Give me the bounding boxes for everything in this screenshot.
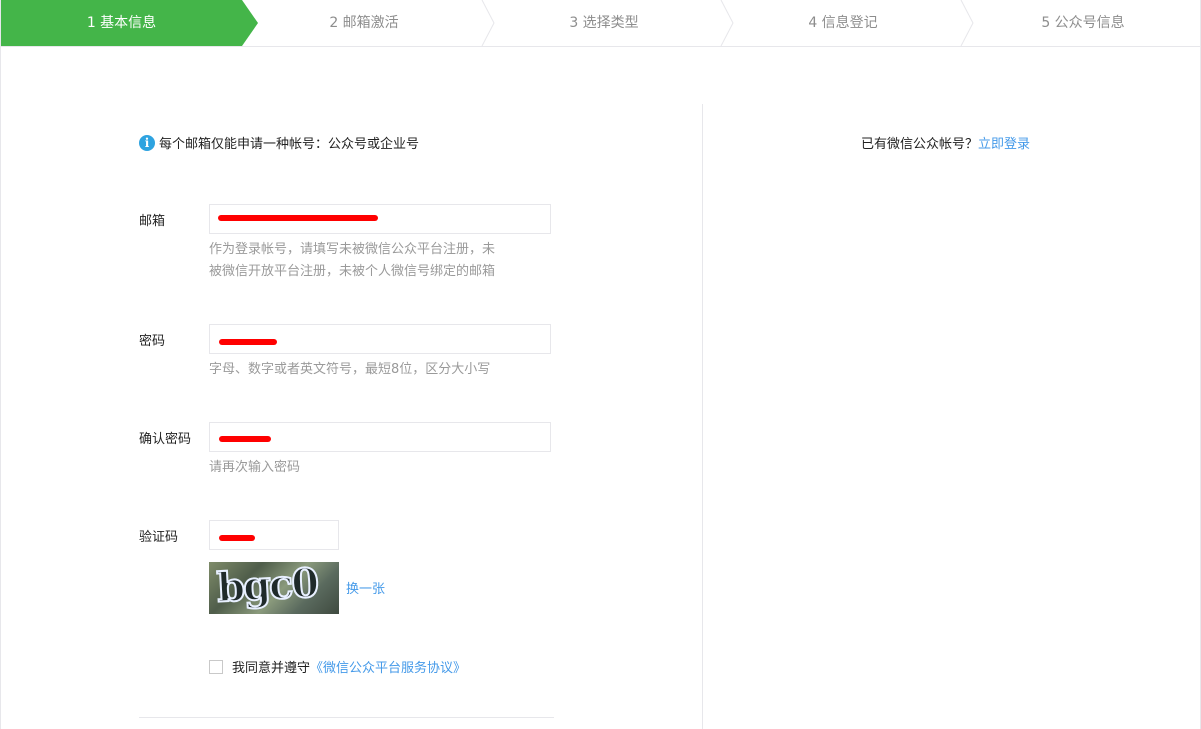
step-account-info: 5 公众号信息: [976, 0, 1190, 46]
captcha-image-text: bgc0: [215, 562, 319, 613]
step-label: 5 公众号信息: [1041, 15, 1125, 31]
redaction-mark: [219, 436, 271, 442]
email-hint: 作为登录帐号，请填写未被微信公众平台注册，未 被微信开放平台注册，未被个人微信号…: [209, 242, 496, 279]
password-label: 密码: [139, 334, 166, 349]
captcha-label: 验证码: [139, 530, 179, 545]
step-label: 1 基本信息: [86, 15, 157, 31]
step-separator-icon: [960, 0, 974, 46]
agreement-checkbox[interactable]: [209, 659, 223, 674]
step-arrow-active: [242, 0, 258, 46]
step-separator-icon: [481, 0, 495, 46]
captcha-image[interactable]: bgc0: [209, 562, 339, 614]
login-link[interactable]: 立即登录: [978, 137, 1030, 152]
step-email-activation: 2 邮箱激活: [258, 0, 470, 46]
email-notice: i 每个邮箱仅能申请一种帐号：公众号或企业号: [139, 133, 419, 152]
confirm-password-label: 确认密码: [139, 432, 192, 447]
agreement-row: 我同意并遵守 《微信公众平台服务协议》: [209, 657, 466, 676]
column-divider: [702, 104, 703, 729]
refresh-captcha-link[interactable]: 换一张: [346, 578, 385, 597]
step-info-registration: 4 信息登记: [736, 0, 950, 46]
email-label: 邮箱: [139, 214, 166, 229]
step-label: 2 邮箱激活: [329, 15, 399, 31]
step-select-type: 3 选择类型: [497, 0, 711, 46]
step-label: 3 选择类型: [569, 15, 639, 31]
form-divider: [139, 717, 554, 718]
password-hint: 字母、数字或者英文符号，最短8位，区分大小写: [209, 362, 491, 377]
confirm-password-hint: 请再次输入密码: [209, 460, 301, 475]
redaction-mark: [219, 339, 277, 345]
step-label: 4 信息登记: [808, 15, 878, 31]
notice-text: 每个邮箱仅能申请一种帐号：公众号或企业号: [159, 137, 420, 152]
redaction-mark: [219, 535, 255, 541]
info-icon: i: [139, 134, 155, 151]
step-separator-icon: [720, 0, 734, 46]
redaction-mark: [218, 215, 378, 221]
progress-stepper: 1 基本信息 2 邮箱激活 3 选择类型 4 信息登记 5 公众号信息: [1, 0, 1200, 47]
step-basic-info: 1 基本信息: [1, 0, 242, 46]
existing-account-prompt: 已有微信公众帐号？立即登录: [861, 133, 1030, 152]
existing-account-text: 已有微信公众帐号？: [861, 137, 979, 152]
registration-page: 1 基本信息 2 邮箱激活 3 选择类型 4 信息登记 5 公众号信息 i 每个…: [0, 0, 1201, 729]
agreement-prefix: 我同意并遵守: [232, 661, 311, 676]
service-agreement-link[interactable]: 《微信公众平台服务协议》: [310, 657, 466, 676]
